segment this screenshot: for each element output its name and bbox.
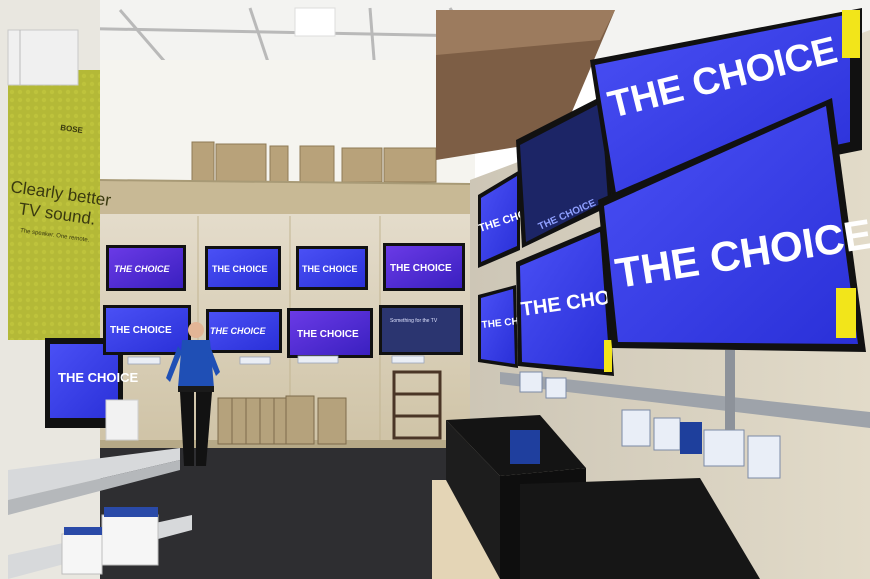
tv-r1-3-slogan: THE CHOICE — [302, 264, 358, 274]
bose-ad-banner: Clearly better TV sound. The speaker. On… — [8, 70, 113, 340]
tv-r2-4-caption: Something for the TV — [390, 318, 438, 324]
tv-showroom-illustration: Clearly better TV sound. The speaker. On… — [0, 0, 870, 579]
tv-r1-2-slogan: THE CHOICE — [212, 264, 268, 274]
store-photo: Clearly better TV sound. The speaker. On… — [0, 0, 870, 579]
tv-r1-1-slogan: THE CHOICE — [114, 264, 171, 274]
tv-r2-1-slogan: THE CHOICE — [110, 325, 172, 336]
tv-r2-3-slogan: THE CHOICE — [297, 329, 359, 340]
tv-left-small-slogan: THE CHOICE — [58, 370, 139, 385]
floor-boxes — [217, 395, 347, 445]
tv-r1-4-slogan: THE CHOICE — [390, 263, 452, 274]
shelf-boxes — [191, 141, 437, 183]
tv-r2-2-slogan: THE CHOICE — [210, 326, 267, 336]
